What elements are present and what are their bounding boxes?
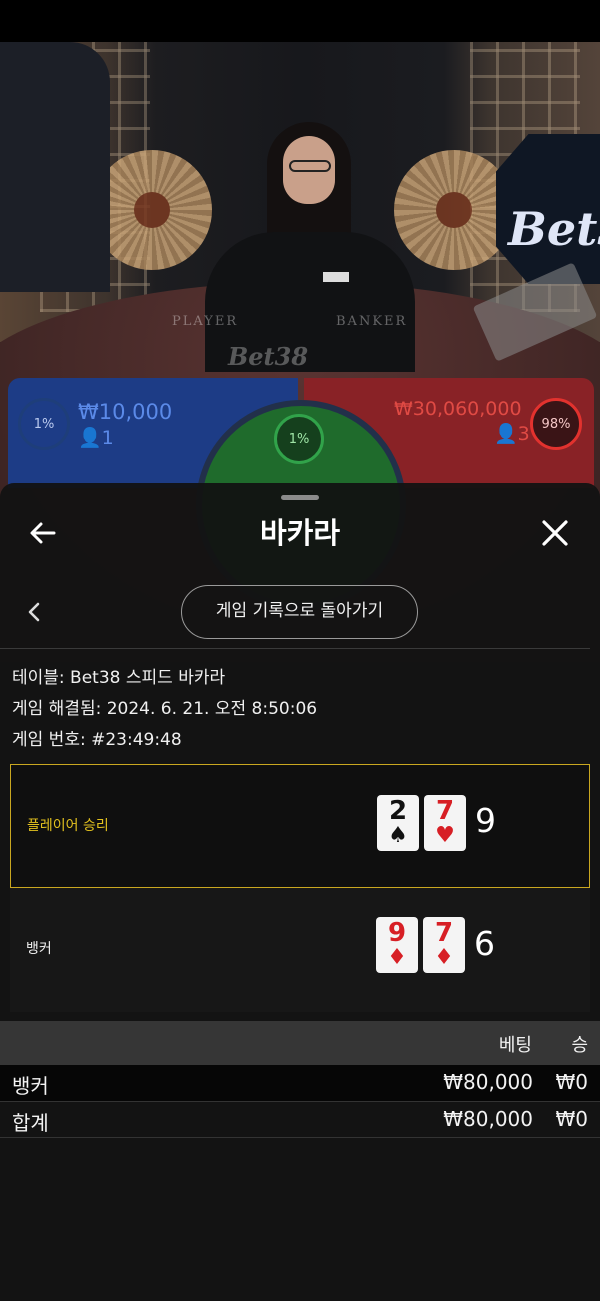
decor-fan-left	[92, 150, 212, 270]
sheet-drag-handle[interactable]	[281, 495, 319, 500]
column-header-bet: 베팅	[498, 1035, 532, 1056]
banker-result-label: 뱅커	[26, 941, 52, 957]
table-label-player: PLAYER	[172, 314, 239, 329]
game-detail-sheet: 바카라 게임 기록으로 돌아가기 테이블: Bet38 스피드 바카라 게임 해…	[0, 483, 600, 1301]
close-icon[interactable]	[536, 513, 574, 553]
diamond-icon: ♦	[387, 945, 407, 970]
person-icon: 👤	[78, 427, 102, 449]
playing-card: 2 ♠	[377, 795, 419, 851]
playing-card: 9 ♦	[376, 917, 418, 973]
player-bettor-count: 👤1	[78, 427, 114, 449]
player-percent-ring: 1%	[18, 398, 70, 450]
player-hand-row: 플레이어 승리 2 ♠ 7 ♥ 9	[10, 764, 590, 888]
heart-icon: ♥	[435, 823, 455, 848]
round-number: 게임 번호: #23:49:48	[12, 730, 182, 750]
table-info: 테이블: Bet38 스피드 바카라	[12, 668, 226, 688]
croupier-assistant	[0, 42, 110, 292]
status-bar	[0, 0, 600, 42]
player-bet-amount: ₩10,000	[78, 400, 173, 424]
divider	[0, 648, 590, 649]
diamond-icon: ♦	[434, 945, 454, 970]
tie-percent-ring: 1%	[274, 414, 324, 464]
table-row-total: 합계 ₩80,000 ₩0	[0, 1102, 600, 1138]
banker-score: 6	[474, 924, 495, 963]
table-logo: Bet38	[228, 342, 309, 371]
person-icon: 👤	[494, 423, 518, 445]
banker-percent-ring: 98%	[530, 398, 582, 450]
player-result-label: 플레이어 승리	[27, 818, 109, 834]
spade-icon: ♠	[388, 823, 408, 848]
player-score: 9	[475, 801, 496, 840]
banker-bettor-count: 👤3	[494, 423, 530, 445]
column-header-win: 승	[571, 1035, 588, 1056]
banker-bet-amount: ₩30,060,000	[394, 398, 522, 420]
banker-hand-row: 뱅커 9 ♦ 7 ♦ 6	[10, 888, 590, 1012]
table-row: 뱅커 ₩80,000 ₩0	[0, 1065, 600, 1102]
back-to-history-button[interactable]: 게임 기록으로 돌아가기	[181, 585, 418, 639]
playing-card: 7 ♦	[423, 917, 465, 973]
bets-table: 베팅 승 뱅커 ₩80,000 ₩0 합계 ₩80,000 ₩0	[0, 1021, 600, 1138]
chevron-left-icon[interactable]	[24, 597, 44, 627]
bets-table-header: 베팅 승	[0, 1021, 600, 1065]
table-label-banker: BANKER	[336, 314, 408, 329]
sheet-title: 바카라	[259, 516, 341, 550]
brand-logo-wall: Bet38	[508, 202, 600, 256]
playing-card: 7 ♥	[424, 795, 466, 851]
resolved-time: 게임 해결됨: 2024. 6. 21. 오전 8:50:06	[12, 699, 318, 719]
